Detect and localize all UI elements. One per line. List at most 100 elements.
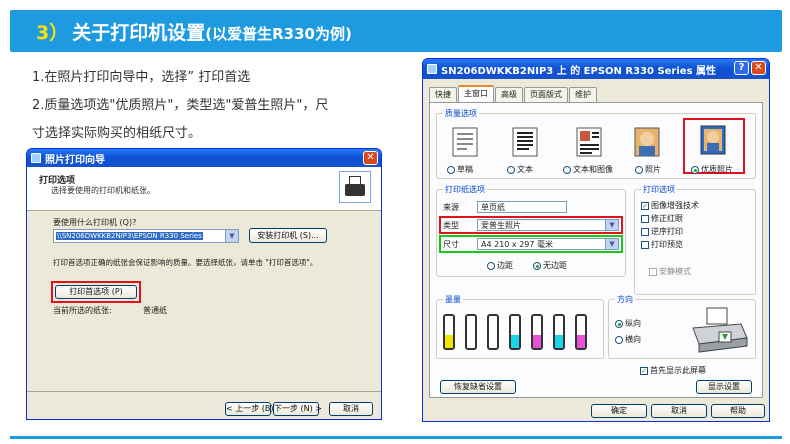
printer-properties-window: SN206DWKKB2NIP3 上 的 EPSON R330 Series 属性… [422,58,770,422]
install-printer-button[interactable]: 安装打印机 (S)... [249,228,327,243]
help-button[interactable]: 帮助 [711,404,765,418]
print-options-title: 打印选项 [641,184,677,195]
ink-cartridge [443,314,455,350]
ok-button[interactable]: 确定 [591,404,647,418]
ink-level-fill [555,335,563,348]
type-label: 类型 [443,221,459,230]
printer-select-value: \\SN206DWKKB2NIP3\EPSON R330 Series [56,232,203,240]
paper-options-title: 打印纸选项 [443,184,487,195]
ink-level-fill [445,335,453,348]
reverse-order-label: 逆序打印 [651,227,683,236]
ink-levels-group: 墨量 [436,294,604,359]
tab-bar: 快捷 主窗口 高级 页面版式 维护 [429,85,597,102]
selected-paper-value: 普通纸 [143,306,167,315]
quality-radio-photo[interactable]: 照片 [635,164,661,175]
section-title: 关于打印机设置 [72,22,206,44]
printer-small-icon [427,64,437,74]
chevron-down-icon[interactable]: ▼ [605,239,618,249]
instruction-line-3: 寸选择实际购买的相纸尺寸。 [32,126,202,141]
ink-cartridge [531,314,543,350]
quality-label-photo: 照片 [645,165,661,174]
red-eye-label: 修正红眼 [651,214,683,223]
quality-group-title: 质量选项 [443,108,479,119]
instruction-line-2: 2.质量选项选"优质照片"，类型选"爱普生照片"，尺 [32,98,329,113]
tab-advanced[interactable]: 高级 [495,87,523,102]
page-title: 3） 关于打印机设置(以爱普生R330为例) [36,18,352,45]
printer-icon [339,171,371,203]
wizard-titlebar: 照片打印向导 ✕ [27,149,381,167]
help-icon[interactable]: ? [734,61,749,75]
instruction-line-1: 1.在照片打印向导中，选择” 打印首选 [32,70,251,85]
margin-radio[interactable]: 边距 [487,260,513,271]
photo-print-wizard-window: 照片打印向导 ✕ 打印选项 选择要使用的打印机和纸张。 要使用什么打印机 (Q)… [26,148,382,420]
landscape-radio[interactable]: 横向 [615,334,641,345]
quiet-mode-checkbox[interactable]: 安静模式 [649,266,691,277]
size-select[interactable]: A4 210 x 297 毫米 ▼ [477,238,619,250]
window-icon [31,153,41,163]
printer-question-label: 要使用什么打印机 (Q)? [53,218,137,227]
quiet-mode-label: 安静模式 [659,267,691,276]
quality-label-draft: 草稿 [457,165,473,174]
props-cancel-button[interactable]: 取消 [651,404,707,418]
wizard-header: 打印选项 选择要使用的打印机和纸张。 [27,167,381,211]
quality-label-text-image: 文本和图像 [573,165,613,174]
next-button[interactable]: 下一步 (N) > [273,402,322,416]
ink-cartridge [487,314,499,350]
quality-label-best-photo: 优质照片 [701,165,733,174]
quality-radio-draft[interactable]: 草稿 [447,164,473,175]
reverse-order-checkbox[interactable]: 逆序打印 [641,226,683,237]
wizard-cancel-button[interactable]: 取消 [329,402,373,416]
size-value: A4 210 x 297 毫米 [481,240,554,249]
quality-group: 质量选项 草稿 文本 文本和图像 照片 优质照片 [436,108,756,179]
ink-cartridge [553,314,565,350]
borderless-radio[interactable]: 无边距 [533,260,567,271]
margin-label: 边距 [497,261,513,270]
source-select[interactable]: 单页纸 [477,201,567,213]
section-subtitle: (以爱普生R330为例) [205,25,352,43]
instructions: 1.在照片打印向导中，选择” 打印首选 2.质量选项选"优质照片"，类型选"爱普… [32,64,392,148]
portrait-radio[interactable]: 纵向 [615,318,641,329]
paper-options-group: 打印纸选项 来源 单页纸 类型 爱普生照片 ▼ 尺寸 A4 210 x 297 … [436,184,626,277]
printer-orientation-icon [692,307,748,353]
bottom-rule [10,436,782,439]
print-preview-checkbox[interactable]: 打印预览 [641,239,683,250]
borderless-label: 无边距 [543,261,567,270]
image-enhance-checkbox[interactable]: ✓ 图像增强技术 [641,200,699,211]
props-titlebar: SN206DWKKB2NIP3 上 的 EPSON R330 Series 属性… [423,59,769,79]
quality-label-text: 文本 [517,165,533,174]
quality-radio-best-photo[interactable]: 优质照片 [691,164,733,175]
show-settings-button[interactable]: 显示设置 [696,380,752,394]
print-preferences-button[interactable]: 打印首选项 (P) [55,285,137,299]
printer-select[interactable]: \\SN206DWKKB2NIP3\EPSON R330 Series ▼ [53,229,239,243]
photo-quality-icon [634,127,660,157]
tab-main[interactable]: 主窗口 [458,85,494,102]
tab-page-layout[interactable]: 页面版式 [524,87,568,102]
quality-radio-text-image[interactable]: 文本和图像 [563,164,613,175]
red-eye-checkbox[interactable]: 修正红眼 [641,213,683,224]
best-photo-quality-icon [700,125,726,155]
ink-cartridge [509,314,521,350]
props-title: SN206DWKKB2NIP3 上 的 EPSON R330 Series 属性 [441,65,717,77]
quality-radio-text[interactable]: 文本 [507,164,533,175]
back-button[interactable]: < 上一步 (B) [225,402,274,416]
ink-level-fill [577,335,585,348]
wizard-subheading: 选择要使用的打印机和纸张。 [51,186,155,195]
tab-maintenance[interactable]: 维护 [569,87,597,102]
chevron-down-icon[interactable]: ▼ [605,220,618,230]
header-banner: 3） 关于打印机设置(以爱普生R330为例) [10,10,782,52]
chevron-down-icon[interactable]: ▼ [225,230,238,242]
restore-defaults-button[interactable]: 恢复缺省设置 [440,380,516,394]
type-select[interactable]: 爱普生照片 ▼ [477,219,619,231]
orientation-group: 方向 纵向 横向 [608,294,756,359]
close-icon[interactable]: ✕ [751,61,766,75]
ink-levels-title: 墨量 [443,294,463,305]
draft-quality-icon [452,127,478,157]
tab-shortcuts[interactable]: 快捷 [429,87,457,102]
ink-level-fill [533,335,541,348]
print-options-group: 打印选项 ✓ 图像增强技术 修正红眼 逆序打印 打印预览 安静模式 [634,184,756,295]
close-icon[interactable]: ✕ [363,151,378,165]
source-value: 单页纸 [481,203,505,212]
orientation-title: 方向 [615,294,635,305]
main-tab-panel: 质量选项 草稿 文本 文本和图像 照片 优质照片 打印纸选项 来源 单页纸 类型… [429,102,763,398]
show-first-checkbox[interactable]: ✓ 首先显示此屏幕 [640,365,706,376]
